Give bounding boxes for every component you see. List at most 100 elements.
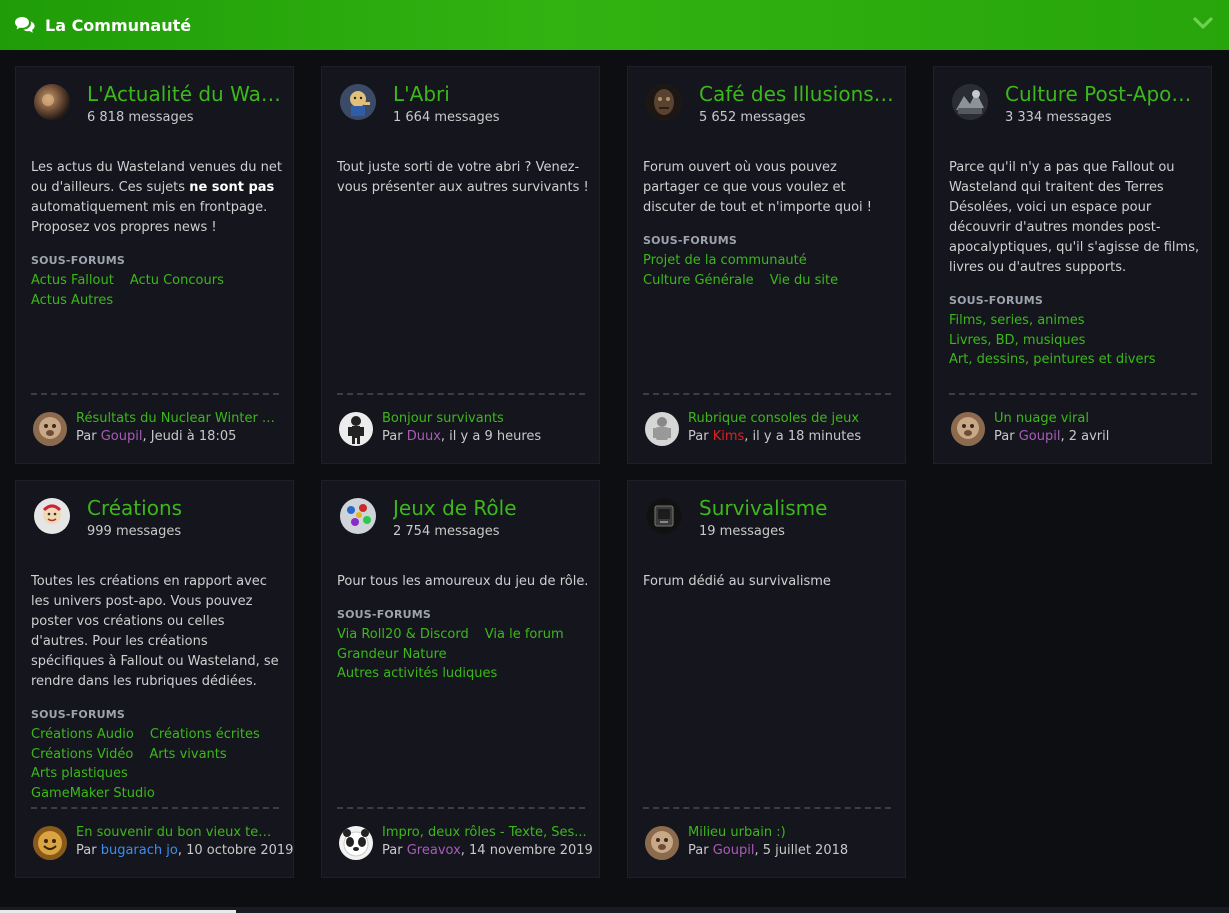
subforums-heading: SOUS-FORUMS: [31, 254, 126, 267]
last-post-title[interactable]: Milieu urbain :): [688, 825, 893, 840]
message-count: 999 messages: [87, 524, 182, 539]
forum-description: Toutes les créations en rapport avec les…: [31, 574, 279, 689]
forum-title[interactable]: L'Abri: [393, 82, 588, 106]
message-count: 3 334 messages: [1005, 110, 1112, 125]
subforum-link[interactable]: Vie du site: [770, 271, 838, 291]
subforum-link[interactable]: Art, dessins, peintures et divers: [949, 350, 1156, 370]
forum-description: Les actus du Wasteland venues du net ou …: [31, 160, 282, 235]
category-title: La Communauté: [45, 15, 192, 35]
subforum-link[interactable]: Arts plastiques: [31, 764, 128, 784]
subforum-link[interactable]: Actus Autres: [31, 291, 113, 311]
message-count: 5 652 messages: [699, 110, 806, 125]
divider: [337, 807, 585, 809]
user-link[interactable]: Goupil: [101, 429, 143, 444]
subforum-link[interactable]: Culture Générale: [643, 271, 754, 291]
subforum-link[interactable]: Grandeur Nature: [337, 645, 447, 665]
last-post-title[interactable]: Résultats du Nuclear Winter Pr...: [76, 411, 281, 426]
forum-card: Café des Illusions Perdues 5 652 message…: [627, 66, 906, 464]
page-footer-strip: [0, 907, 1229, 913]
subforum-link[interactable]: Créations Vidéo: [31, 745, 133, 765]
message-count: 2 754 messages: [393, 524, 500, 539]
forum-avatar[interactable]: [34, 84, 70, 120]
last-post-title[interactable]: Bonjour survivants: [382, 411, 587, 426]
forum-description: Tout juste sorti de votre abri ? Venez-v…: [337, 160, 589, 195]
forum-avatar[interactable]: [340, 84, 376, 120]
user-avatar[interactable]: [33, 826, 67, 860]
subforum-list: Via Roll20 & Discord Via le forum Grandeu…: [337, 625, 589, 684]
last-post-meta: Par Greavox, 14 novembre 2019: [382, 843, 593, 858]
subforum-link[interactable]: Via Roll20 & Discord: [337, 625, 469, 645]
forum-title[interactable]: Culture Post-Apocalyptique: [1005, 82, 1200, 106]
message-count: 6 818 messages: [87, 110, 194, 125]
forum-title[interactable]: Jeux de Rôle: [393, 496, 588, 520]
subforum-link[interactable]: Créations écrites: [150, 725, 260, 745]
subforum-link[interactable]: Arts vivants: [149, 745, 226, 765]
divider: [643, 393, 891, 395]
user-link[interactable]: Goupil: [1019, 429, 1061, 444]
user-link[interactable]: Goupil: [713, 843, 755, 858]
forum-description: Forum ouvert où vous pouvez partager ce …: [643, 160, 872, 215]
user-avatar[interactable]: [951, 412, 985, 446]
last-post-meta: Par Goupil, 2 avril: [994, 429, 1110, 444]
subforum-link[interactable]: Actus Fallout: [31, 271, 114, 291]
user-link[interactable]: Kims: [713, 429, 745, 444]
subforum-link[interactable]: GameMaker Studio: [31, 784, 155, 804]
last-post-meta: Par bugarach jo, 10 octobre 2019: [76, 843, 294, 858]
user-link[interactable]: bugarach jo: [101, 843, 178, 858]
last-post-title[interactable]: Rubrique consoles de jeux: [688, 411, 893, 426]
user-avatar[interactable]: [339, 826, 373, 860]
message-count: 1 664 messages: [393, 110, 500, 125]
forum-description: Forum dédié au survivalisme: [643, 574, 831, 589]
forum-avatar[interactable]: [34, 498, 70, 534]
user-link[interactable]: Duux: [407, 429, 441, 444]
forum-title[interactable]: L'Actualité du Wasteland: [87, 82, 282, 106]
subforums-heading: SOUS-FORUMS: [31, 708, 126, 721]
subforum-list: Films, series, animes Livres, BD, musiqu…: [949, 311, 1201, 370]
comments-icon: [15, 17, 35, 33]
last-post-title[interactable]: Impro, deux rôles - Texte, Ses...: [382, 825, 587, 840]
forum-avatar[interactable]: [340, 498, 376, 534]
forum-card: Culture Post-Apocalyptique 3 334 message…: [933, 66, 1212, 464]
user-avatar[interactable]: [645, 826, 679, 860]
subforums-heading: SOUS-FORUMS: [949, 294, 1044, 307]
subforums-heading: SOUS-FORUMS: [643, 234, 738, 247]
divider: [949, 393, 1197, 395]
last-post-meta: Par Duux, il y a 9 heures: [382, 429, 542, 444]
forum-avatar[interactable]: [646, 498, 682, 534]
user-avatar[interactable]: [339, 412, 373, 446]
forum-title[interactable]: Café des Illusions Perdues: [699, 82, 894, 106]
subforums-heading: SOUS-FORUMS: [337, 608, 432, 621]
subforum-link[interactable]: Via le forum: [485, 625, 564, 645]
last-post-meta: Par Goupil, Jeudi à 18:05: [76, 429, 237, 444]
subforum-link[interactable]: Créations Audio: [31, 725, 134, 745]
forum-card: L'Abri 1 664 messages Tout juste sorti d…: [321, 66, 600, 464]
subforum-link[interactable]: Actu Concours: [130, 271, 224, 291]
subforum-list: Projet de la communauté Culture Générale…: [643, 251, 895, 290]
user-avatar[interactable]: [33, 412, 67, 446]
message-count: 19 messages: [699, 524, 785, 539]
subforum-link[interactable]: Autres activités ludiques: [337, 664, 497, 684]
divider: [31, 393, 279, 395]
last-post-meta: Par Goupil, 5 juillet 2018: [688, 843, 849, 858]
divider: [31, 807, 279, 809]
forum-card: Jeux de Rôle 2 754 messages Pour tous le…: [321, 480, 600, 878]
chevron-down-icon[interactable]: [1193, 16, 1213, 30]
forum-title[interactable]: Survivalisme: [699, 496, 894, 520]
subforum-link[interactable]: Projet de la communauté: [643, 251, 807, 271]
subforum-link[interactable]: Films, series, animes: [949, 311, 1084, 331]
user-avatar[interactable]: [645, 412, 679, 446]
subforum-link[interactable]: Livres, BD, musiques: [949, 331, 1085, 351]
forum-description: Parce qu'il n'y a pas que Fallout ou Was…: [949, 160, 1200, 275]
user-link[interactable]: Greavox: [407, 843, 461, 858]
divider: [643, 807, 891, 809]
forum-card: L'Actualité du Wasteland 6 818 messages …: [15, 66, 294, 464]
last-post-title[interactable]: En souvenir du bon vieux temps: [76, 825, 281, 840]
forum-avatar[interactable]: [646, 84, 682, 120]
forum-title[interactable]: Créations: [87, 496, 282, 520]
category-header: La Communauté: [0, 0, 1229, 50]
subforum-list: Créations Audio Créations écrites Créatio…: [31, 725, 283, 803]
forum-avatar[interactable]: [952, 84, 988, 120]
forum-card: Créations 999 messages Toutes les créati…: [15, 480, 294, 878]
subforum-list: Actus Fallout Actu Concours Actus Autres: [31, 271, 283, 310]
last-post-title[interactable]: Un nuage viral: [994, 411, 1199, 426]
